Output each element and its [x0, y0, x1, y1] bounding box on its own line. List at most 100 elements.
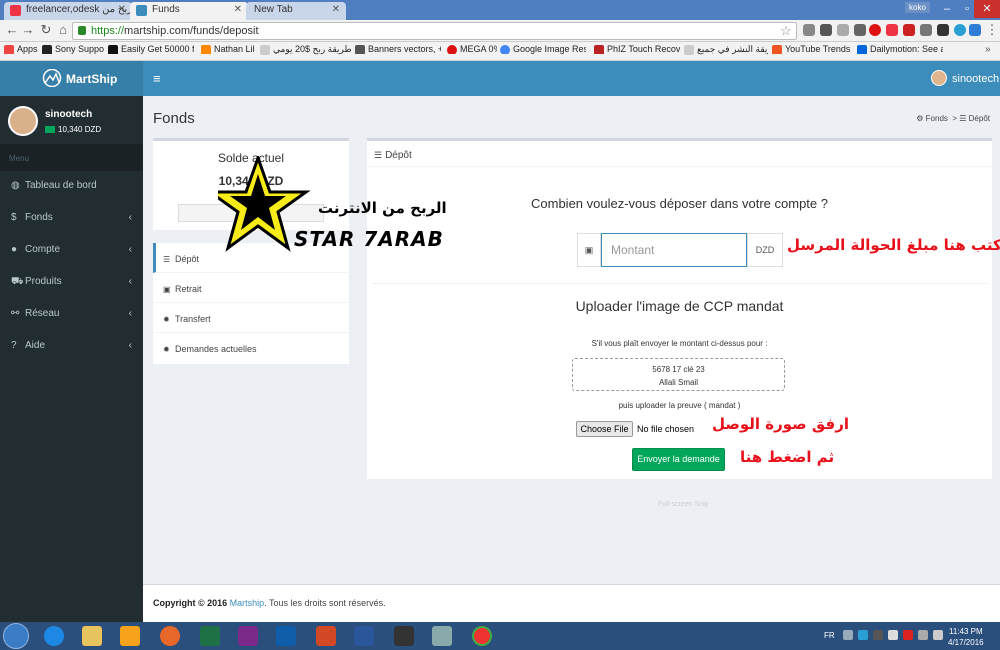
tab-funds[interactable]: Funds ✕: [130, 2, 248, 20]
sidebar-toggle-button[interactable]: ≡: [153, 71, 161, 86]
extension-icon[interactable]: [903, 24, 915, 36]
outlook-icon[interactable]: [276, 626, 296, 646]
url-scheme: https://: [91, 25, 125, 37]
bookmark-label: PhIZ Touch Recovery: [607, 44, 680, 54]
address-bar[interactable]: https://martship.com/funds/deposit: [72, 22, 797, 40]
bookmark-item[interactable]: طريقة النشر في جميع: [684, 44, 768, 55]
firefox-icon[interactable]: [160, 626, 180, 646]
avatar[interactable]: [931, 70, 947, 86]
bookmark-item[interactable]: Sony Support: [42, 44, 104, 54]
home-icon[interactable]: ⌂: [55, 22, 71, 38]
folder-icon[interactable]: [82, 626, 102, 646]
start-button[interactable]: [3, 623, 29, 649]
funds-menu: ☰ Dépôt ▣ Retrait ✹ Transfert ✹ Demandes act…: [153, 243, 349, 364]
bookmark-item[interactable]: Google Image Result: [500, 44, 586, 54]
bookmark-item[interactable]: طريقة ربح $20 يومي: [260, 44, 356, 55]
bookmark-favicon: [594, 45, 604, 54]
extension-icon[interactable]: [937, 24, 949, 36]
bookmark-label: Easily Get 50000 free: [121, 44, 194, 54]
dropbox-icon[interactable]: [969, 24, 981, 36]
submit-request-button[interactable]: Envoyer la demande: [632, 448, 725, 471]
tray-icon[interactable]: [903, 630, 913, 640]
sidebar-menu-header: Menu: [0, 144, 143, 171]
extension-icon[interactable]: [803, 24, 815, 36]
extension-icon[interactable]: [820, 24, 832, 36]
reload-icon[interactable]: ↻: [38, 22, 54, 38]
gears-icon: ⚙: [916, 114, 924, 123]
windows-taskbar: FR 11:43 PM 4/17/2016: [0, 622, 1000, 650]
amount-input[interactable]: [601, 233, 747, 267]
camtasia-icon[interactable]: [394, 626, 414, 646]
sidebar-item-compte[interactable]: ● Compte ‹: [0, 235, 143, 267]
tab-label: New Tab: [254, 4, 293, 15]
sidebar-item-reseau[interactable]: ⚯ Réseau ‹: [0, 299, 143, 331]
funds-menu-transfert[interactable]: ✹ Transfert: [153, 303, 349, 333]
tab-new[interactable]: New Tab ✕: [246, 2, 346, 20]
header-user-name[interactable]: sinootech: [952, 73, 999, 85]
funds-menu-demandes[interactable]: ✹ Demandes actuelles: [153, 333, 349, 363]
bookmark-item[interactable]: Easily Get 50000 free: [108, 44, 194, 54]
app-logo[interactable]: MartShip: [0, 61, 143, 96]
menu-icon[interactable]: ⋮: [984, 22, 1000, 38]
snipping-tool-icon[interactable]: [432, 626, 452, 646]
system-clock[interactable]: 11:43 PM 4/17/2016: [948, 626, 984, 648]
skype-tray-icon[interactable]: [858, 630, 868, 640]
ie-icon[interactable]: [44, 626, 64, 646]
sidebar-user-name: sinootech: [45, 109, 93, 120]
extension-icon[interactable]: [920, 24, 932, 36]
more-bookmarks-icon[interactable]: »: [985, 44, 991, 55]
word-icon[interactable]: [354, 626, 374, 646]
back-icon[interactable]: ←: [4, 22, 20, 38]
tray-icon[interactable]: [843, 630, 853, 640]
sidebar: sinootech 10,340 DZD Menu ◍ Tableau de bo…: [0, 96, 143, 622]
excel-icon[interactable]: [200, 626, 220, 646]
sidebar-item-fonds[interactable]: $ Fonds ‹: [0, 203, 143, 235]
profile-label[interactable]: koko: [905, 2, 930, 13]
close-tab-icon[interactable]: ✕: [332, 4, 340, 15]
bookmark-item[interactable]: Nathan Lile: [201, 44, 255, 54]
logo-text: MartShip: [66, 72, 118, 86]
close-window-icon[interactable]: ✕: [974, 0, 1000, 18]
opera-icon[interactable]: [869, 24, 881, 36]
media-player-icon[interactable]: [120, 626, 140, 646]
bookmark-item[interactable]: Banners vectors, +6,7: [355, 44, 441, 54]
sidebar-item-aide[interactable]: ? Aide ‹: [0, 331, 143, 363]
powerpoint-icon[interactable]: [316, 626, 336, 646]
bookmark-favicon: [355, 45, 365, 54]
onenote-icon[interactable]: [238, 626, 258, 646]
footer-copyright: Copyright © 2016: [153, 598, 228, 608]
bookmark-label: طريقة النشر في جميع: [697, 44, 768, 54]
language-indicator[interactable]: FR: [824, 631, 835, 640]
breadcrumb-item-fonds[interactable]: Fonds: [926, 114, 948, 123]
sidebar-item-produits[interactable]: ⛟Produits ‹: [0, 267, 143, 299]
forward-icon[interactable]: →: [20, 22, 36, 38]
extension-icon[interactable]: [854, 24, 866, 36]
skype-icon[interactable]: [954, 24, 966, 36]
divider: [372, 283, 987, 284]
sidebar-balance: 10,340 DZD: [45, 125, 101, 134]
dashboard-icon: ◍: [11, 180, 20, 191]
close-tab-icon[interactable]: ✕: [234, 4, 242, 15]
bookmark-apps[interactable]: Apps: [4, 44, 38, 54]
choose-file-button[interactable]: Choose File: [576, 421, 633, 437]
tray-icon[interactable]: [873, 630, 883, 640]
chrome-icon[interactable]: [472, 626, 492, 646]
bookmark-star-icon[interactable]: ☆: [778, 23, 794, 39]
bookmark-item[interactable]: MEGA 0%: [447, 44, 497, 54]
extension-icon[interactable]: [837, 24, 849, 36]
bookmark-item[interactable]: PhIZ Touch Recovery: [594, 44, 680, 54]
bookmark-item[interactable]: Dailymotion: See and: [857, 44, 943, 54]
tab-freelancer[interactable]: freelancer,odesk الربح من ✕: [4, 2, 132, 20]
page-footer: Copyright © 2016 Martship. Tous les droi…: [143, 584, 1000, 622]
tray-icon[interactable]: [888, 630, 898, 640]
upload-instruction: puis uploader la preuve ( mandat ): [618, 401, 741, 410]
funds-menu-retrait[interactable]: ▣ Retrait: [153, 273, 349, 303]
close-tab-icon[interactable]: ✕: [118, 4, 126, 15]
sidebar-item-dashboard[interactable]: ◍ Tableau de bord: [0, 171, 143, 203]
footer-brand-link[interactable]: Martship: [230, 598, 265, 608]
network-tray-icon[interactable]: [918, 630, 928, 640]
bookmark-item[interactable]: YouTube Trends: [772, 44, 852, 54]
deposit-instruction: S'il vous plaît envoyer le montant ci-de…: [591, 339, 768, 348]
extension-icon[interactable]: [886, 24, 898, 36]
volume-icon[interactable]: [933, 630, 943, 640]
